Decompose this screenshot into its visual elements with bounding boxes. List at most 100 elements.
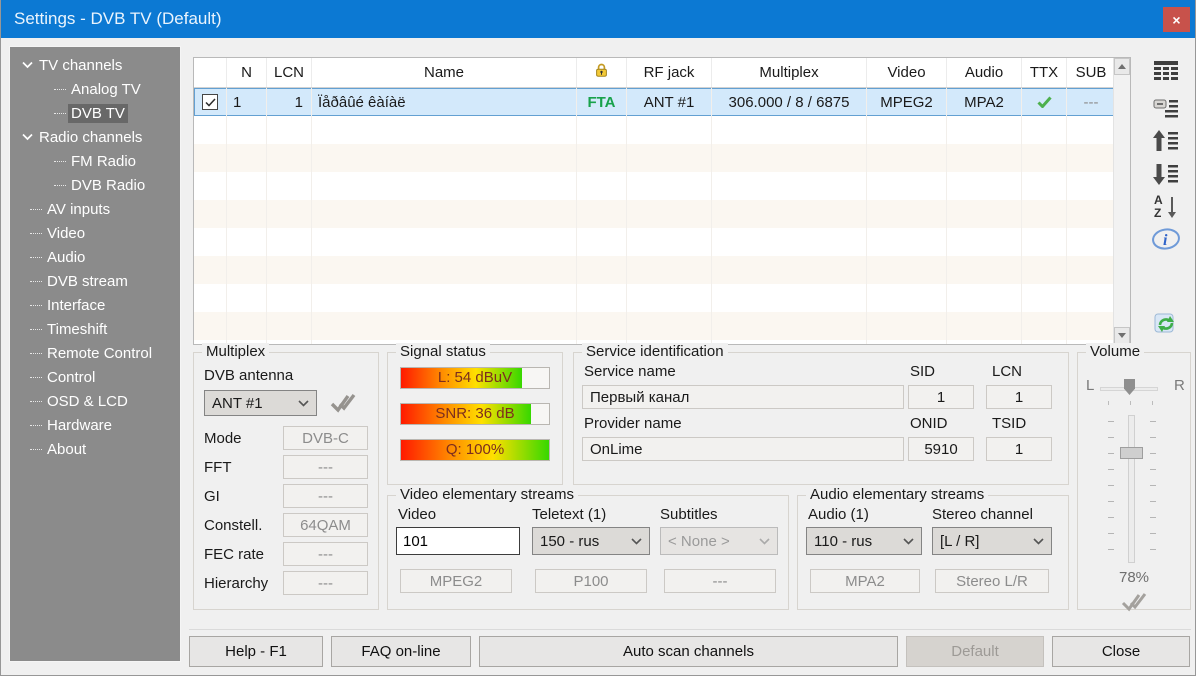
close-icon: ×	[1172, 12, 1180, 28]
sidebar-item-av-inputs[interactable]: AV inputs	[10, 197, 180, 221]
volume-group: Volume L R 78%	[1077, 352, 1191, 610]
refresh-button[interactable]	[1149, 308, 1183, 338]
cell-ttx	[1022, 88, 1067, 116]
teletext-page-field: P100	[535, 569, 647, 593]
stereo-info-field: Stereo L/R	[935, 569, 1049, 593]
cell-access: FTA	[577, 88, 627, 116]
sidebar-item-interface[interactable]: Interface	[10, 293, 180, 317]
chevron-down-icon[interactable]	[22, 133, 36, 141]
scroll-down-button[interactable]	[1114, 327, 1130, 344]
check-icon	[205, 98, 216, 107]
subtitles-select: < None >	[660, 527, 778, 555]
info-button[interactable]: i	[1149, 224, 1183, 254]
ttx-check-icon	[1037, 96, 1052, 108]
header-rf-jack[interactable]: RF jack	[627, 58, 712, 87]
header-multiplex[interactable]: Multiplex	[712, 58, 867, 87]
audio-select[interactable]: 110 - rus	[806, 527, 922, 555]
sidebar-item-osd-lcd[interactable]: OSD & LCD	[10, 389, 180, 413]
sidebar-item-remote-control[interactable]: Remote Control	[10, 341, 180, 365]
header-ttx[interactable]: TTX	[1022, 58, 1067, 87]
cell-sub: ---	[1067, 88, 1115, 116]
sidebar-item-dvb-tv[interactable]: DVB TV	[10, 101, 180, 125]
chevron-down-icon[interactable]	[22, 61, 36, 69]
volume-slider[interactable]	[1128, 415, 1135, 563]
auto-scan-button[interactable]: Auto scan channels	[479, 636, 898, 667]
audio-codec-field: MPA2	[810, 569, 920, 593]
teletext-select[interactable]: 150 - rus	[532, 527, 650, 555]
hierarchy-field: ---	[283, 571, 368, 595]
sidebar-item-fm-radio[interactable]: FM Radio	[10, 149, 180, 173]
header-n[interactable]: N	[227, 58, 267, 87]
group-title: Volume	[1086, 343, 1144, 360]
balance-right-label: R	[1174, 377, 1185, 394]
sidebar-item-label: TV channels	[36, 56, 125, 75]
mode-field: DVB-C	[283, 426, 368, 450]
sidebar-item-radio-channels[interactable]: Radio channels	[10, 125, 180, 149]
service-identification-group: Service identification Service name SID …	[573, 352, 1069, 485]
sidebar-item-tv-channels[interactable]: TV channels	[10, 53, 180, 77]
sidebar-item-dvb-stream[interactable]: DVB stream	[10, 269, 180, 293]
close-dialog-button[interactable]: Close	[1052, 636, 1190, 667]
header-name[interactable]: Name	[312, 58, 577, 87]
sid-label: SID	[910, 363, 935, 380]
sidebar-item-timeshift[interactable]: Timeshift	[10, 317, 180, 341]
video-pid-input[interactable]: 101	[396, 527, 520, 555]
group-title: Signal status	[396, 343, 490, 360]
empty-row	[194, 312, 1115, 340]
window-title: Settings - DVB TV (Default)	[14, 9, 222, 29]
title-bar[interactable]: Settings - DVB TV (Default) ×	[1, 0, 1195, 38]
channel-grid-button[interactable]	[1149, 56, 1183, 86]
sidebar-item-video[interactable]: Video	[10, 221, 180, 245]
channel-enabled-checkbox[interactable]	[202, 94, 218, 110]
header-video[interactable]: Video	[867, 58, 947, 87]
close-button[interactable]: ×	[1163, 7, 1190, 32]
group-title: Audio elementary streams	[806, 486, 988, 503]
header-lcn[interactable]: LCN	[267, 58, 312, 87]
group-title: Video elementary streams	[396, 486, 578, 503]
volume-slider-thumb[interactable]	[1120, 447, 1143, 459]
dvb-antenna-select[interactable]: ANT #1	[204, 390, 317, 416]
tsid-label: TSID	[992, 415, 1026, 432]
help-button[interactable]: Help - F1	[189, 636, 323, 667]
info-icon: i	[1151, 227, 1181, 251]
settings-dialog: Settings - DVB TV (Default) × TV channel…	[0, 0, 1196, 676]
move-up-icon	[1153, 128, 1179, 154]
apply-check-icon[interactable]	[1120, 591, 1150, 613]
signal-quality-bar: Q: 100%	[400, 439, 550, 461]
chevron-down-icon	[759, 538, 770, 545]
header-checkbox-col[interactable]	[194, 58, 227, 87]
video-streams-group: Video elementary streams Video Teletext …	[387, 495, 789, 610]
sidebar-item-audio[interactable]: Audio	[10, 245, 180, 269]
service-name-field: Первый канал	[582, 385, 904, 409]
sidebar-item-hardware[interactable]: Hardware	[10, 413, 180, 437]
header-encryption[interactable]	[577, 58, 627, 87]
channel-row[interactable]: 1 1 Ïåðâûé êàíàë FTA ANT #1 306.000 / 8 …	[194, 88, 1115, 116]
sidebar-item-control[interactable]: Control	[10, 365, 180, 389]
apply-check-icon[interactable]	[329, 392, 359, 414]
sort-az-button[interactable]: AZ	[1149, 191, 1183, 221]
sidebar-item-dvb-radio[interactable]: DVB Radio	[10, 173, 180, 197]
stereo-channel-select[interactable]: [L / R]	[932, 527, 1052, 555]
sidebar-item-about[interactable]: About	[10, 437, 180, 461]
gi-label: GI	[204, 488, 220, 505]
subtitles-label: Subtitles	[660, 506, 718, 523]
move-down-button[interactable]	[1149, 159, 1183, 189]
header-sub[interactable]: SUB	[1067, 58, 1115, 87]
cell-video: MPEG2	[867, 88, 947, 116]
faq-button[interactable]: FAQ on-line	[331, 636, 471, 667]
renumber-icon	[1153, 97, 1179, 121]
signal-status-group: Signal status L: 54 dBuV SNR: 36 dB Q: 1…	[387, 352, 563, 485]
renumber-button[interactable]	[1149, 94, 1183, 124]
volume-percent: 78%	[1078, 569, 1190, 586]
hierarchy-label: Hierarchy	[204, 575, 268, 592]
move-up-button[interactable]	[1149, 126, 1183, 156]
scroll-up-button[interactable]	[1114, 58, 1130, 75]
header-audio[interactable]: Audio	[947, 58, 1022, 87]
lcn-field: 1	[986, 385, 1052, 409]
table-scrollbar[interactable]	[1113, 58, 1130, 344]
stereo-channel-label: Stereo channel	[932, 506, 1033, 523]
lcn-label: LCN	[992, 363, 1022, 380]
dvb-antenna-label: DVB antenna	[204, 367, 378, 384]
balance-slider-thumb[interactable]	[1124, 379, 1135, 395]
sidebar-item-analog-tv[interactable]: Analog TV	[10, 77, 180, 101]
